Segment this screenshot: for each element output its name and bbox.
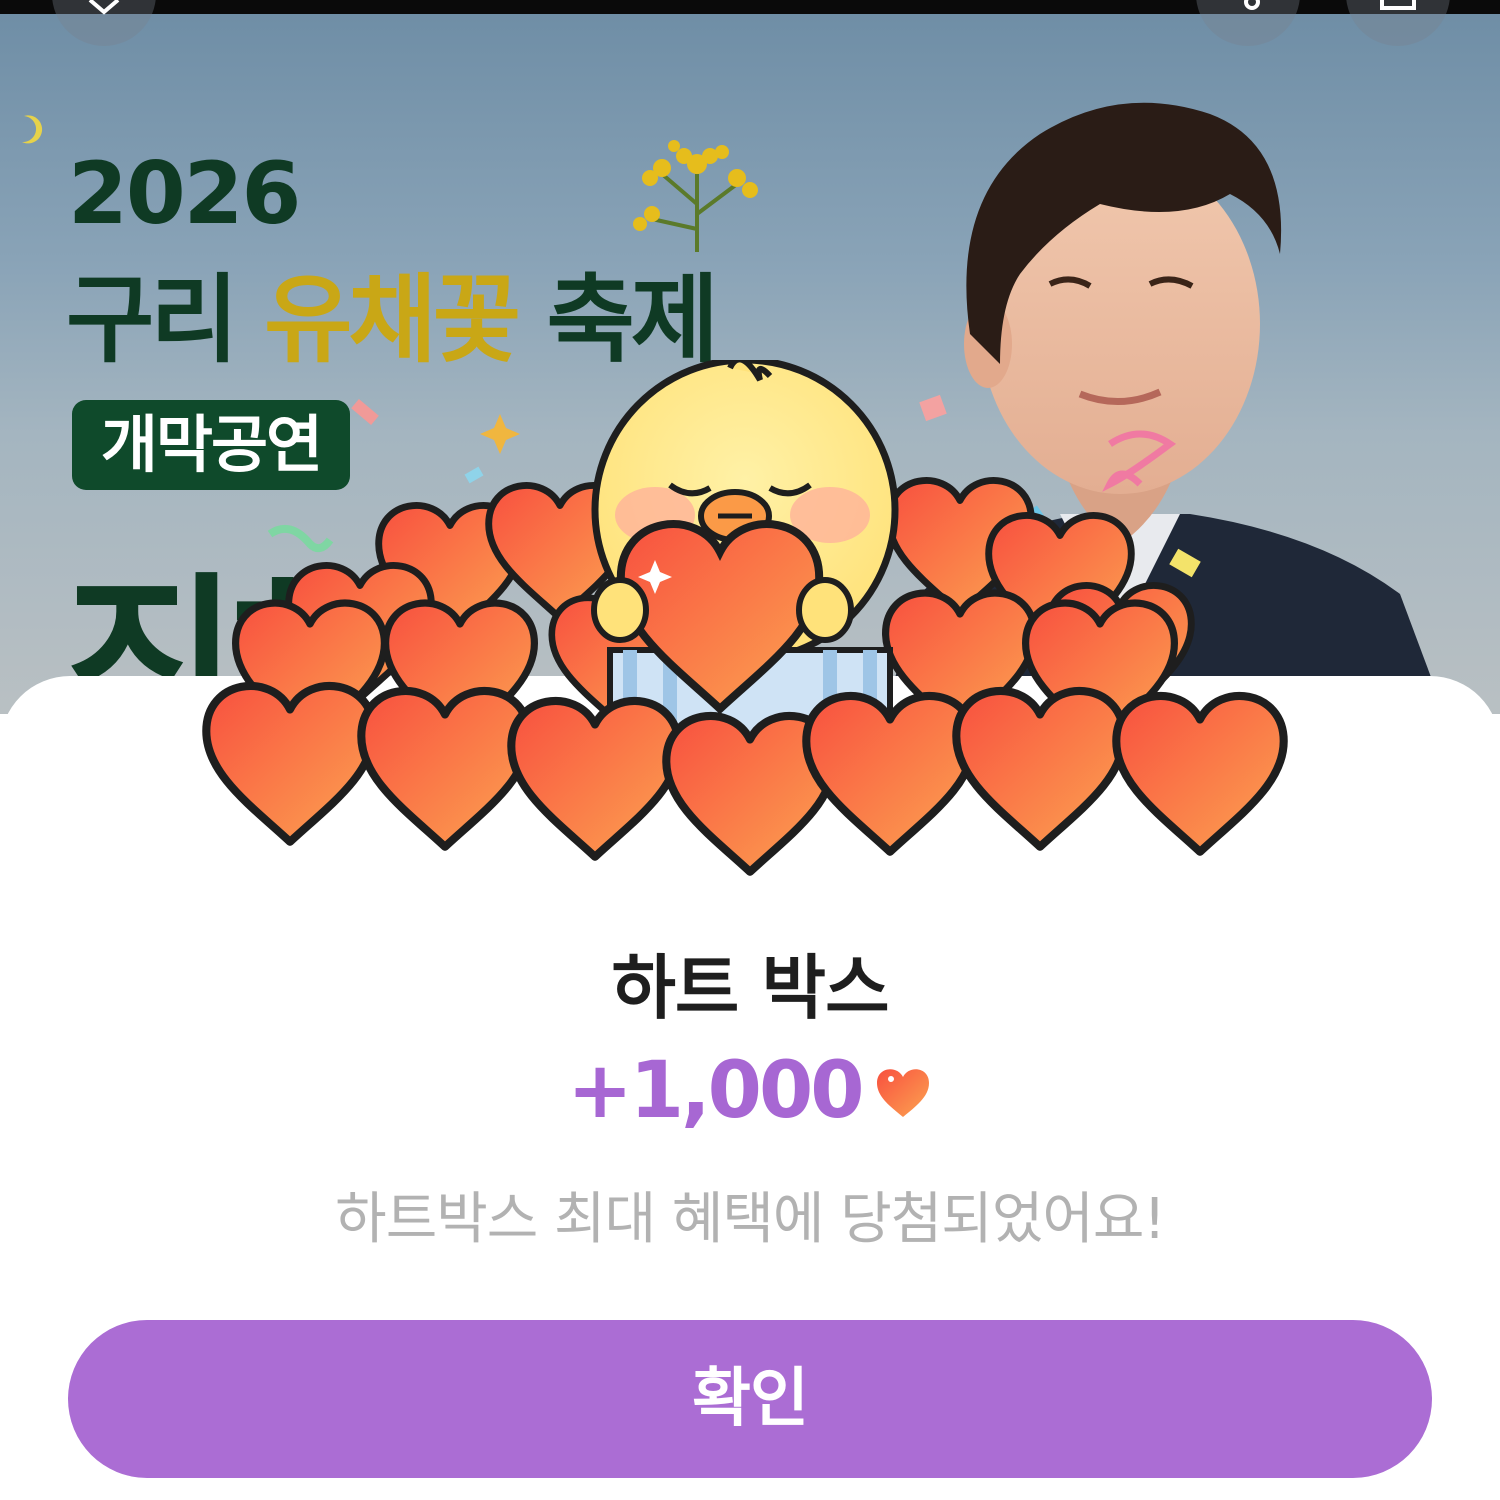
download-icon bbox=[1380, 0, 1416, 10]
heart-icon bbox=[876, 1069, 929, 1117]
share-icon bbox=[1244, 0, 1260, 10]
reward-amount: +1,000 bbox=[567, 1046, 864, 1136]
heart-box-illustration bbox=[200, 360, 1300, 880]
reward-title: 하트 박스 bbox=[611, 947, 890, 1029]
reward-amount-row: +1,000 bbox=[0, 1046, 1500, 1136]
confirm-button[interactable]: 확인 bbox=[68, 1320, 1432, 1478]
close-icon bbox=[88, 0, 120, 15]
reward-message: 하트박스 최대 혜택에 당첨되었어요! bbox=[335, 1187, 1166, 1252]
